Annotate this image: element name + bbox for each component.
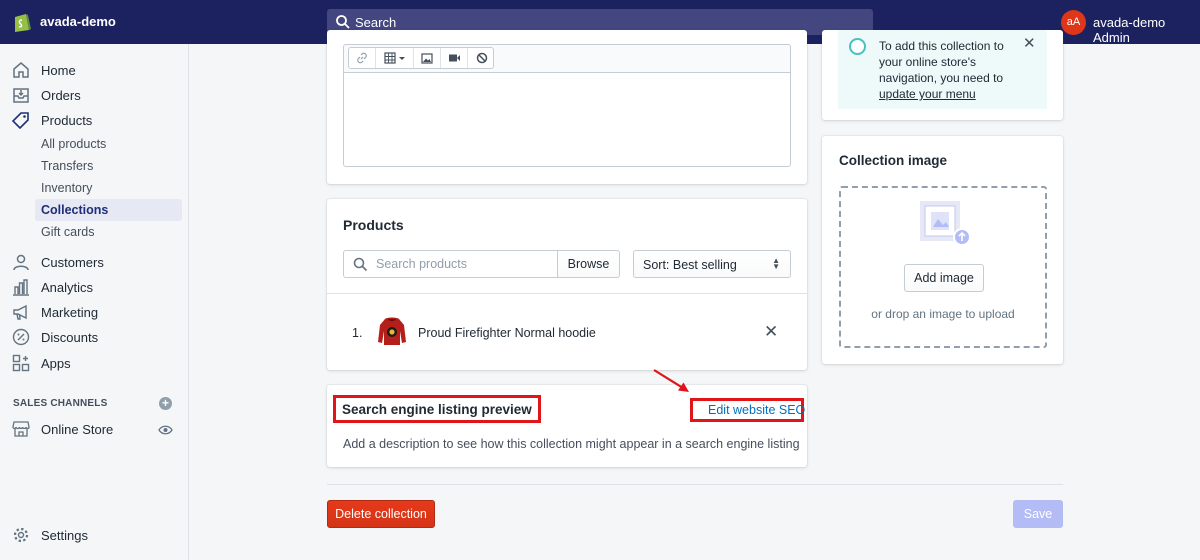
sidebar-item-label: Home	[41, 63, 76, 78]
sidebar-item-label: Customers	[41, 255, 104, 270]
table-icon	[383, 52, 405, 64]
insert-image-button[interactable]	[414, 48, 441, 68]
sidebar-item-orders[interactable]: Orders	[0, 84, 189, 106]
block-icon	[476, 52, 487, 64]
link-icon	[357, 52, 367, 64]
search-placeholder: Search	[355, 15, 397, 30]
bar-chart-icon	[13, 279, 29, 296]
dropzone-hint: or drop an image to upload	[871, 307, 1015, 321]
sidebar-item-label: Orders	[41, 88, 81, 103]
search-products-input[interactable]	[376, 255, 546, 273]
admin-name[interactable]: avada-demo Admin	[1093, 15, 1200, 45]
divider	[327, 293, 807, 294]
shop-name[interactable]: avada-demo	[40, 14, 116, 29]
edit-website-seo-link[interactable]: Edit website SEO	[708, 403, 805, 417]
sidebar-item-customers[interactable]: Customers	[0, 251, 189, 273]
info-text: To add this collection to your online st…	[879, 38, 1019, 102]
sidebar-item-transfers[interactable]: Transfers	[35, 155, 182, 177]
sidebar-item-label: Analytics	[41, 280, 94, 295]
percent-icon	[12, 328, 30, 346]
products-title: Products	[343, 217, 404, 233]
sidebar-item-products[interactable]: Products	[0, 109, 189, 131]
home-icon	[13, 62, 29, 78]
clear-format-button[interactable]	[468, 48, 495, 68]
sort-value: Sort: Best selling	[643, 258, 737, 272]
sidebar-item-marketing[interactable]: Marketing	[0, 301, 189, 323]
megaphone-icon	[13, 304, 27, 320]
sidebar-item-label: Marketing	[41, 305, 99, 320]
sidebar-item-inventory[interactable]: Inventory	[35, 177, 182, 199]
sidebar-item-label: Collections	[41, 203, 109, 217]
sidebar-item-gift-cards[interactable]: Gift cards	[35, 221, 182, 243]
seo-description: Add a description to see how this collec…	[343, 437, 800, 451]
person-icon	[13, 254, 29, 271]
add-image-button[interactable]: Add image	[904, 264, 984, 292]
seo-preview-card: Search engine listing preview Edit websi…	[327, 385, 807, 467]
sidebar-item-label: All products	[41, 137, 107, 151]
add-channel-button[interactable]: +	[159, 397, 172, 410]
sales-channels-heading: SALES CHANNELS	[13, 398, 108, 409]
sidebar-item-collections[interactable]: Collections	[35, 199, 182, 221]
sidebar-item-label: Apps	[41, 356, 71, 371]
sidebar-item-analytics[interactable]: Analytics	[0, 276, 189, 298]
sidebar-item-all-products[interactable]: All products	[35, 133, 182, 155]
info-icon	[849, 38, 866, 55]
navigation-info-card: To add this collection to your online st…	[822, 30, 1063, 120]
apps-icon	[12, 354, 30, 372]
sidebar-item-label: Settings	[41, 528, 88, 543]
sidebar-item-label: Online Store	[41, 422, 114, 437]
product-thumbnail[interactable]	[376, 315, 408, 349]
description-editor[interactable]	[343, 72, 791, 167]
tag-icon	[12, 112, 29, 129]
collection-image-title: Collection image	[839, 153, 948, 168]
product-search-field[interactable]	[343, 250, 558, 278]
sidebar-item-label: Gift cards	[41, 225, 95, 239]
store-icon	[12, 421, 30, 437]
sidebar-item-label: Discounts	[41, 330, 99, 345]
sidebar-item-home[interactable]: Home	[0, 59, 189, 81]
search-icon	[353, 257, 368, 272]
product-name[interactable]: Proud Firefighter Normal hoodie	[418, 326, 596, 340]
search-icon	[336, 15, 350, 29]
delete-collection-button[interactable]: Delete collection	[327, 500, 435, 528]
sidebar-item-apps[interactable]: Apps	[0, 352, 189, 374]
gear-icon	[13, 527, 29, 543]
sidebar: Home Orders Products All products Transf…	[0, 44, 189, 560]
sort-select[interactable]: Sort: Best selling ▲ ▼	[633, 250, 791, 278]
seo-link-highlight: Edit website SEO	[690, 398, 805, 422]
product-index: 1.	[352, 326, 363, 340]
info-banner: To add this collection to your online st…	[838, 30, 1047, 109]
insert-table-button[interactable]	[376, 48, 414, 68]
eye-icon[interactable]	[158, 425, 173, 435]
insert-link-button[interactable]	[349, 48, 376, 68]
select-arrows-icon: ▲ ▼	[772, 256, 780, 271]
sidebar-item-label: Products	[41, 113, 93, 128]
video-icon	[448, 54, 460, 62]
image-dropzone[interactable]: Add image or drop an image to upload	[839, 186, 1047, 348]
avatar[interactable]: aA	[1061, 10, 1086, 35]
close-icon[interactable]: ✕	[1023, 36, 1036, 51]
sidebar-item-label: Inventory	[41, 181, 93, 195]
sidebar-item-label: Transfers	[41, 159, 94, 173]
save-button[interactable]: Save	[1013, 500, 1063, 528]
insert-video-button[interactable]	[441, 48, 468, 68]
collection-image-card: Collection image Add image or drop an im…	[822, 136, 1063, 364]
products-card: Products Browse Sort: Best selling ▲▼ 1.…	[327, 199, 807, 370]
shopify-logo-icon[interactable]	[12, 11, 32, 33]
image-icon	[421, 52, 433, 64]
toolbar-button-group	[348, 47, 494, 69]
seo-preview-title: Search engine listing preview	[333, 395, 541, 423]
update-menu-link[interactable]: update your menu	[879, 87, 976, 101]
editor-toolbar	[343, 44, 791, 72]
orders-icon	[13, 88, 29, 103]
upload-image-icon	[920, 201, 971, 246]
remove-product-close-icon[interactable]: ✕	[764, 323, 778, 340]
sidebar-item-discounts[interactable]: Discounts	[0, 326, 189, 348]
description-editor-card	[327, 30, 807, 184]
annotation-arrow-icon	[653, 369, 689, 392]
browse-button[interactable]: Browse	[557, 250, 620, 278]
info-message: To add this collection to your online st…	[879, 39, 1004, 85]
sidebar-item-settings[interactable]: Settings	[0, 524, 189, 546]
divider	[327, 484, 1063, 485]
